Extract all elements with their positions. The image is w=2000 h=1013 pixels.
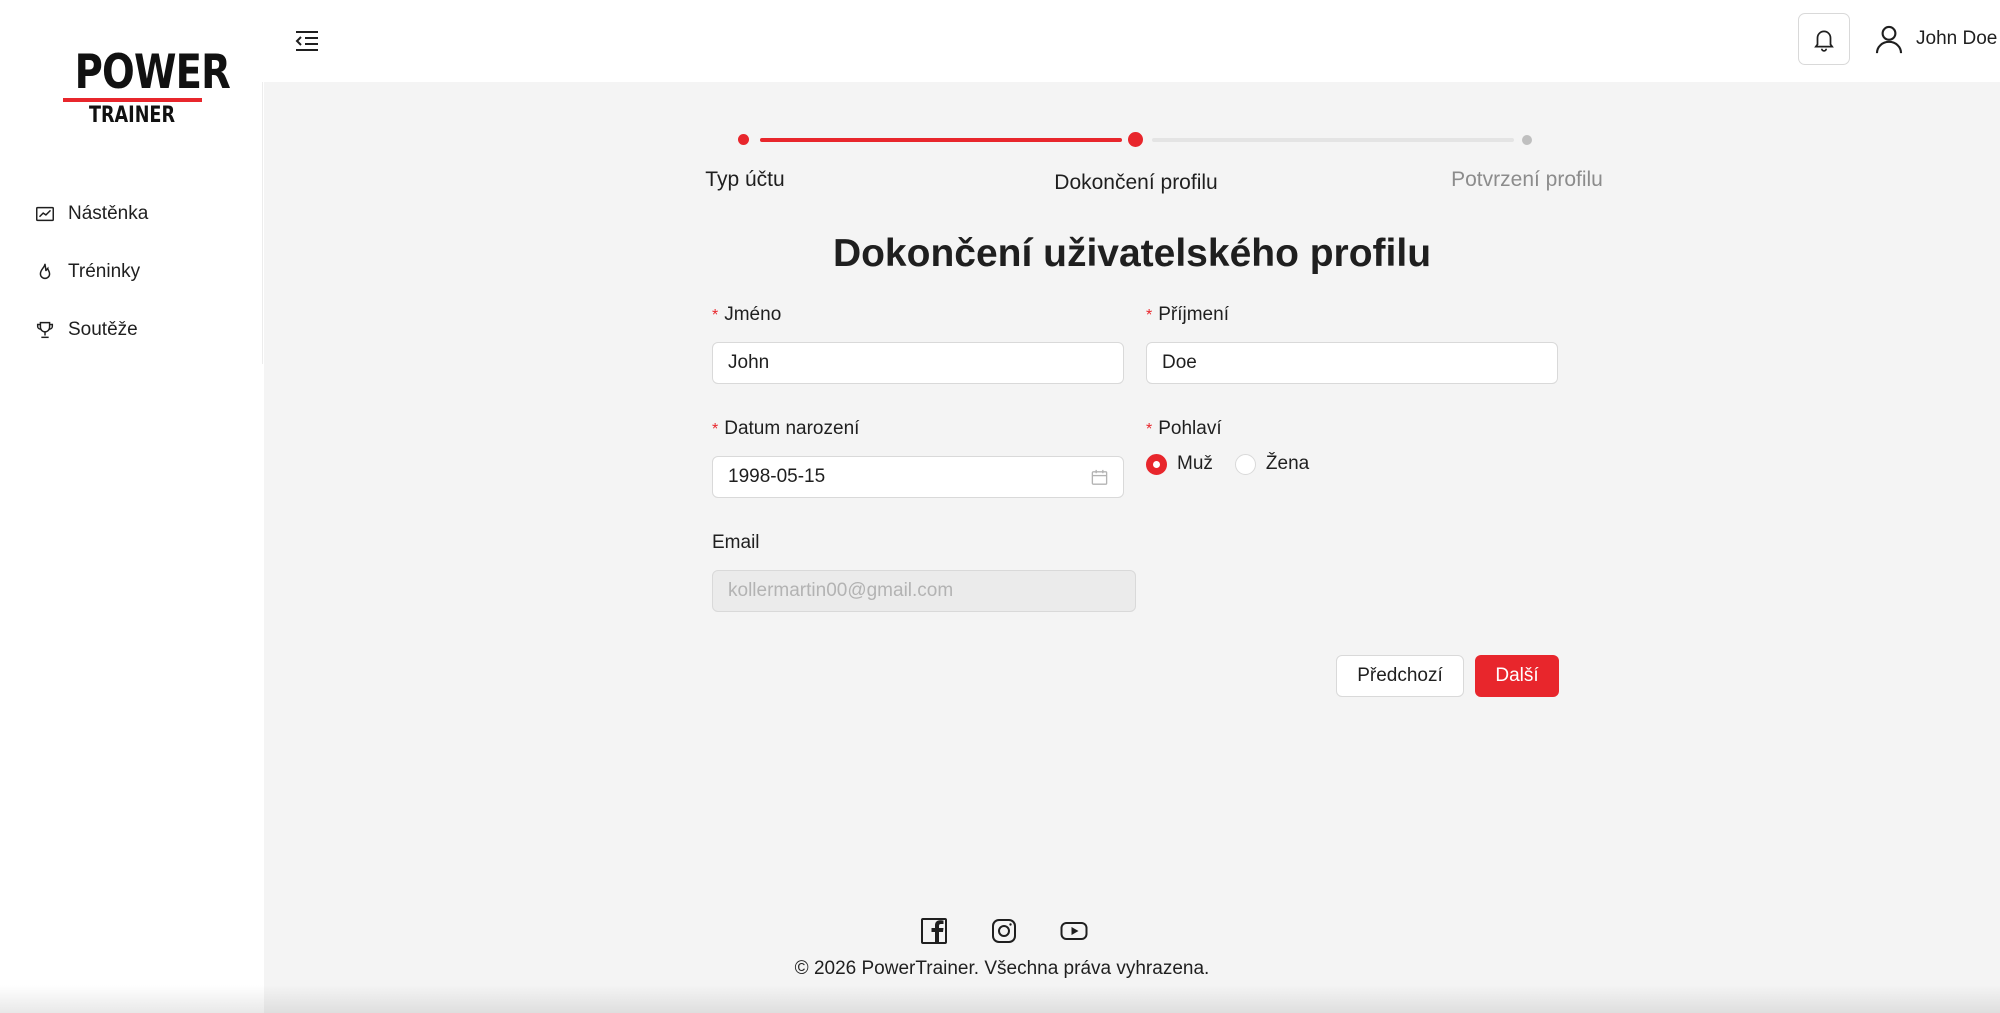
last-name-value: Doe: [1162, 352, 1197, 373]
step-label-2: Dokončení profilu: [1054, 171, 1218, 194]
youtube-icon[interactable]: [1059, 916, 1089, 946]
step-label-1[interactable]: Typ účtu: [705, 168, 784, 192]
footer-copyright: © 2026 PowerTrainer. Všechna práva vyhra…: [794, 958, 1210, 979]
main-content: Typ účtu Dokončení profilu Potvrzení pro…: [264, 82, 2000, 1013]
required-mark: *: [1146, 421, 1153, 438]
bell-icon: [1814, 30, 1834, 52]
gender-option-female: Žena: [1265, 453, 1310, 474]
top-header: John Doe: [264, 0, 2000, 82]
gender-radio-female[interactable]: Žena: [1234, 453, 1310, 475]
logo-power-text: POWER: [74, 45, 231, 100]
sidebar-item-label: Soutěže: [68, 319, 138, 340]
required-mark: *: [1146, 307, 1153, 324]
flame-icon: [39, 263, 51, 280]
power-trainer-logo[interactable]: POWER TRAINER: [62, 45, 231, 128]
birth-date-picker[interactable]: 1998-05-15: [712, 456, 1124, 498]
email-label: Email: [712, 532, 760, 553]
radio-unchecked-icon[interactable]: [1234, 453, 1256, 475]
sidebar-divider: [262, 82, 263, 364]
gender-option-male: Muž: [1177, 453, 1213, 474]
logo-trainer-text: TRAINER: [88, 103, 176, 128]
step-dot-2: [1128, 132, 1143, 147]
gender-radio-group: Muž Žena: [1146, 453, 1331, 475]
calendar-icon[interactable]: [1090, 468, 1109, 487]
step-dot-3: [1522, 135, 1532, 145]
sidebar-item-nastenka[interactable]: Nástěnka: [0, 185, 262, 243]
sidebar-item-souteze[interactable]: Soutěže: [0, 301, 262, 359]
gender-label-text: Pohlaví: [1158, 418, 1222, 439]
user-menu[interactable]: John Doe: [1872, 18, 1997, 60]
user-icon: [1875, 25, 1903, 54]
email-field: kollermartin00@gmail.com: [712, 570, 1136, 612]
required-mark: *: [712, 307, 719, 324]
gender-label: * Pohlaví: [1146, 418, 1222, 440]
next-button[interactable]: Další: [1475, 655, 1559, 697]
sidebar-item-label: Nástěnka: [68, 203, 149, 224]
required-mark: *: [712, 421, 719, 438]
last-name-label: * Příjmení: [1146, 304, 1229, 326]
sidebar-item-label: Tréninky: [68, 261, 141, 282]
step-dot-1: [738, 134, 749, 145]
birth-date-label-text: Datum narození: [724, 418, 860, 439]
sidebar-nav: Nástěnka Tréninky Soutěže: [0, 185, 262, 359]
last-name-label-text: Příjmení: [1158, 304, 1229, 325]
instagram-icon[interactable]: [989, 916, 1019, 946]
first-name-label: * Jméno: [712, 304, 781, 326]
step-label-3: Potvrzení profilu: [1451, 168, 1603, 191]
menu-fold-icon[interactable]: [292, 26, 322, 56]
first-name-value: John: [728, 352, 770, 373]
facebook-icon[interactable]: [919, 916, 949, 946]
trophy-icon: [36, 321, 54, 339]
step-line-completed: [760, 138, 1122, 142]
step-line-pending: [1152, 138, 1514, 142]
first-name-input[interactable]: John: [712, 342, 1124, 384]
previous-button[interactable]: Předchozí: [1336, 655, 1464, 697]
sidebar: POWER TRAINER Nástěnka Tréninky Soutěže: [0, 0, 264, 1013]
page-title: Dokončení uživatelského profilu: [832, 232, 1432, 275]
birth-date-value: 1998-05-15: [728, 466, 826, 487]
app-root: POWER TRAINER Nástěnka Tréninky Soutěže …: [0, 0, 2000, 1013]
last-name-input[interactable]: Doe: [1146, 342, 1558, 384]
notifications-button[interactable]: [1798, 13, 1850, 65]
sidebar-item-treninky[interactable]: Tréninky: [0, 243, 262, 301]
gender-radio-male[interactable]: Muž: [1146, 453, 1213, 475]
radio-checked-icon[interactable]: [1146, 453, 1167, 475]
birth-date-label: * Datum narození: [712, 418, 859, 440]
first-name-label-text: Jméno: [724, 304, 782, 325]
user-name: John Doe: [1916, 28, 1998, 49]
chart-line-icon: [36, 206, 54, 222]
email-value: kollermartin00@gmail.com: [728, 580, 954, 601]
social-links: [919, 916, 1129, 946]
progress-steps: Typ účtu Dokončení profilu Potvrzení pro…: [264, 82, 2000, 202]
